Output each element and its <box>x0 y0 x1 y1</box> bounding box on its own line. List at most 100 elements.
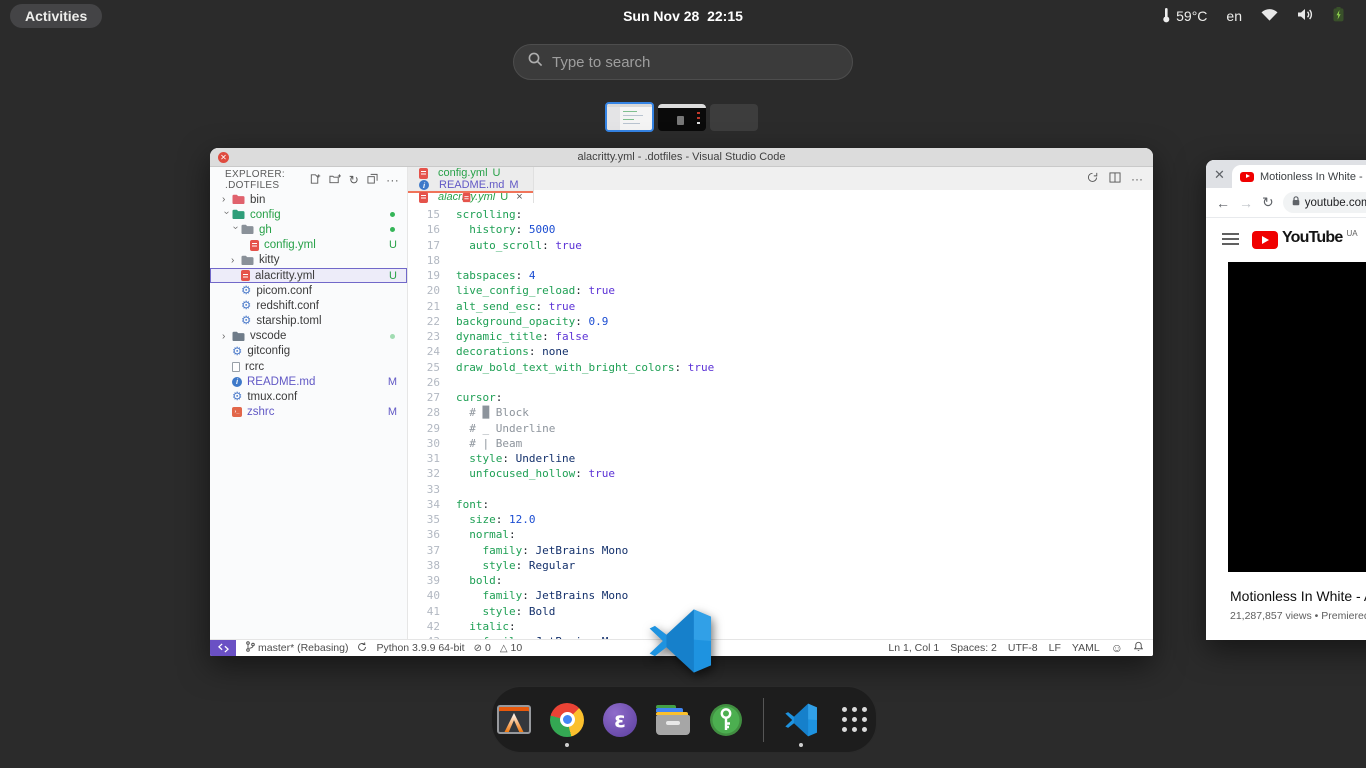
code-line-28[interactable]: 28 # █ Block <box>408 405 1153 420</box>
search-bar[interactable] <box>513 44 853 80</box>
tree-item-starship.toml[interactable]: ›⚙starship.toml <box>210 314 407 329</box>
code-line-34[interactable]: 34font: <box>408 497 1153 512</box>
status-item[interactable]: YAML <box>1072 642 1100 654</box>
tree-item-rcrc[interactable]: ›rcrc <box>210 359 407 374</box>
code-line-33[interactable]: 33 <box>408 482 1153 497</box>
status-item-notifications[interactable] <box>1134 641 1143 655</box>
tree-item-README.md[interactable]: ›iREADME.mdM <box>210 374 407 389</box>
code-line-16[interactable]: 16 history: 5000 <box>408 222 1153 237</box>
youtube-logo[interactable]: YouTube UA <box>1252 229 1358 249</box>
code-line-29[interactable]: 29 # _ Underline <box>408 421 1153 436</box>
code-line-43[interactable]: 43 family: JetBrains Mono <box>408 634 1153 639</box>
status-item[interactable]: UTF-8 <box>1008 642 1038 654</box>
close-tab-icon[interactable]: × <box>516 191 522 203</box>
workspace-thumbnail-active[interactable] <box>605 102 654 132</box>
open-changes-icon[interactable] <box>1086 171 1099 186</box>
tab-alacritty.yml[interactable]: alacritty.ymlU× <box>408 191 534 203</box>
code-line-15[interactable]: 15scrolling: <box>408 207 1153 222</box>
git-status-badge: U <box>500 191 508 203</box>
code-line-39[interactable]: 39 bold: <box>408 573 1153 588</box>
status-item-git-branch[interactable]: master* (Rebasing) <box>246 641 348 655</box>
code-line-38[interactable]: 38 style: Regular <box>408 558 1153 573</box>
tab-label: config.yml <box>438 167 488 179</box>
reload-button[interactable]: ↻ <box>1262 194 1274 211</box>
address-bar[interactable]: youtube.com/wa <box>1283 192 1366 213</box>
status-item-error-count[interactable]: ⊘0 <box>474 642 491 654</box>
dock-item-keepassxc[interactable] <box>706 700 746 740</box>
tree-item-zshrc[interactable]: ››_zshrcM <box>210 405 407 420</box>
status-item-warning-count[interactable]: △10 <box>500 642 522 654</box>
menu-icon[interactable] <box>1222 233 1239 245</box>
status-item[interactable]: Spaces: 2 <box>950 642 997 654</box>
forward-button[interactable]: → <box>1239 195 1253 211</box>
split-editor-icon[interactable] <box>1109 172 1121 186</box>
system-tray[interactable]: 59°C en <box>1162 0 1344 32</box>
tree-item-gitconfig[interactable]: ›⚙gitconfig <box>210 344 407 359</box>
status-item-feedback[interactable]: ☺ <box>1111 641 1123 655</box>
more-actions-icon[interactable]: ··· <box>386 174 399 186</box>
code-line-27[interactable]: 27cursor: <box>408 390 1153 405</box>
dock-item-files[interactable] <box>653 700 693 740</box>
code-line-36[interactable]: 36 normal: <box>408 527 1153 542</box>
video-player[interactable] <box>1228 262 1366 572</box>
tree-item-config[interactable]: ›config <box>210 207 407 222</box>
keyboard-layout[interactable]: en <box>1226 8 1242 24</box>
status-item[interactable]: Python 3.9.9 64-bit <box>376 642 464 654</box>
more-actions-icon[interactable]: ··· <box>1131 172 1143 186</box>
browser-tab[interactable]: Motionless In White - <box>1232 165 1366 188</box>
status-item[interactable]: Ln 1, Col 1 <box>888 642 939 654</box>
close-window-button[interactable]: ✕ <box>218 152 229 163</box>
back-button[interactable]: ← <box>1216 195 1230 211</box>
tree-item-tmux.conf[interactable]: ›⚙tmux.conf <box>210 389 407 404</box>
vscode-titlebar[interactable]: ✕ alacritty.yml - .dotfiles - Visual Stu… <box>210 148 1153 167</box>
new-folder-icon[interactable] <box>329 173 341 187</box>
workspace-thumbnail-youtube[interactable] <box>658 104 706 131</box>
code-line-23[interactable]: 23dynamic_title: false <box>408 329 1153 344</box>
close-window-button[interactable]: ✕ <box>1214 167 1225 183</box>
code-editor[interactable]: 15scrolling:16 history: 500017 auto_scro… <box>408 205 1153 639</box>
workspace-thumbnail-empty[interactable] <box>710 104 758 131</box>
dock-item-app-grid[interactable] <box>834 700 874 740</box>
code-line-24[interactable]: 24decorations: none <box>408 344 1153 359</box>
code-line-25[interactable]: 25draw_bold_text_with_bright_colors: tru… <box>408 360 1153 375</box>
code-line-20[interactable]: 20live_config_reload: true <box>408 283 1153 298</box>
code-line-17[interactable]: 17 auto_scroll: true <box>408 238 1153 253</box>
tree-item-picom.conf[interactable]: ›⚙picom.conf <box>210 283 407 298</box>
tree-item-config.yml[interactable]: ›config.ymlU <box>210 238 407 253</box>
tree-item-alacritty.yml[interactable]: ›alacritty.ymlU <box>210 268 407 283</box>
code-line-41[interactable]: 41 style: Bold <box>408 604 1153 619</box>
code-line-31[interactable]: 31 style: Underline <box>408 451 1153 466</box>
code-line-18[interactable]: 18 <box>408 253 1153 268</box>
dock-item-alacritty[interactable] <box>494 700 534 740</box>
tab-README.md[interactable]: iREADME.mdM <box>408 179 534 191</box>
tree-item-gh[interactable]: ›gh <box>210 222 407 237</box>
dock-item-emacs[interactable]: ε <box>600 700 640 740</box>
code-line-19[interactable]: 19tabspaces: 4 <box>408 268 1153 283</box>
search-input[interactable] <box>552 54 838 71</box>
code-line-42[interactable]: 42 italic: <box>408 619 1153 634</box>
status-item[interactable]: LF <box>1049 642 1061 654</box>
collapse-folders-icon[interactable] <box>367 173 378 186</box>
tab-config.yml[interactable]: config.ymlU <box>408 167 534 179</box>
tree-item-redshift.conf[interactable]: ›⚙redshift.conf <box>210 298 407 313</box>
tree-item-kitty[interactable]: ›kitty <box>210 253 407 268</box>
youtube-country-badge: UA <box>1346 229 1357 238</box>
code-line-32[interactable]: 32 unfocused_hollow: true <box>408 466 1153 481</box>
code-line-22[interactable]: 22background_opacity: 0.9 <box>408 314 1153 329</box>
code-line-40[interactable]: 40 family: JetBrains Mono <box>408 588 1153 603</box>
tree-item-bin[interactable]: ›bin <box>210 192 407 207</box>
new-file-icon[interactable] <box>309 173 321 187</box>
line-number: 32 <box>408 466 440 481</box>
tree-item-vscode[interactable]: ›vscode <box>210 329 407 344</box>
code-line-26[interactable]: 26 <box>408 375 1153 390</box>
status-item-sync[interactable] <box>357 642 367 655</box>
remote-indicator[interactable] <box>210 640 236 656</box>
code-line-37[interactable]: 37 family: JetBrains Mono <box>408 543 1153 558</box>
code-line-30[interactable]: 30 # | Beam <box>408 436 1153 451</box>
code-line-35[interactable]: 35 size: 12.0 <box>408 512 1153 527</box>
dock-item-chrome[interactable] <box>547 700 587 740</box>
refresh-icon[interactable]: ↻ <box>349 174 359 186</box>
clock[interactable]: Sun Nov 28 22:15 <box>0 8 1366 24</box>
code-line-21[interactable]: 21alt_send_esc: true <box>408 299 1153 314</box>
dock-item-vscode[interactable] <box>781 700 821 740</box>
